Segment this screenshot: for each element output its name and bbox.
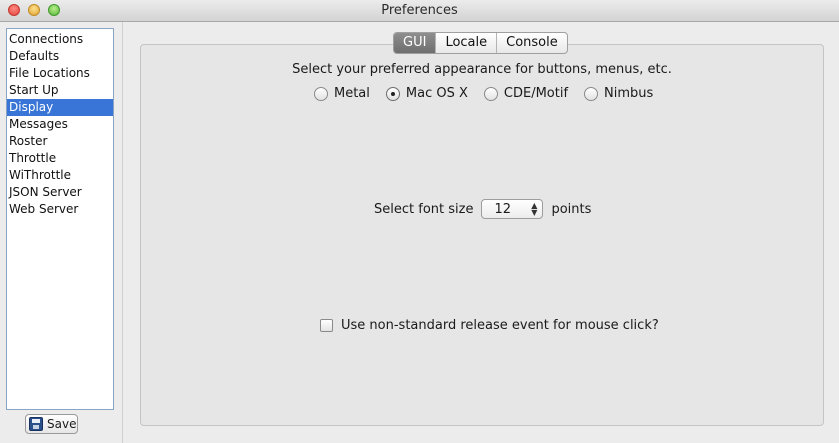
category-list[interactable]: Connections Defaults File Locations Star… — [6, 28, 114, 410]
radio-button[interactable] — [483, 86, 498, 101]
sidebar-item-file-locations[interactable]: File Locations — [7, 65, 113, 82]
sidebar-item-json-server[interactable]: JSON Server — [7, 184, 113, 201]
sidebar-item-throttle[interactable]: Throttle — [7, 150, 113, 167]
radio-label-mac-os-x: Mac OS X — [405, 86, 468, 101]
save-button-label: Save — [47, 417, 77, 431]
radio-metal[interactable]: Metal — [314, 86, 370, 101]
title-bar: Preferences — [0, 0, 839, 22]
font-size-row: Select font size 12 ▲ ▼ points — [374, 199, 591, 219]
preferences-window: Preferences Connections Defaults File Lo… — [0, 0, 839, 443]
sidebar-item-defaults[interactable]: Defaults — [7, 48, 113, 65]
tab-gui[interactable]: GUI — [394, 33, 436, 53]
sidebar-item-messages[interactable]: Messages — [7, 116, 113, 133]
release-event-row[interactable]: Use non-standard release event for mouse… — [320, 318, 659, 333]
sidebar-item-connections[interactable]: Connections — [7, 31, 113, 48]
sidebar-item-roster[interactable]: Roster — [7, 133, 113, 150]
radio-button[interactable] — [584, 86, 599, 101]
up-down-arrows-icon: ▲ ▼ — [531, 201, 538, 217]
appearance-label: Select your preferred appearance for but… — [292, 62, 672, 77]
tab-console[interactable]: Console — [496, 33, 567, 53]
gui-settings-panel — [140, 44, 824, 426]
release-event-checkbox[interactable] — [320, 319, 333, 332]
radio-label-cde-motif: CDE/Motif — [503, 86, 569, 101]
font-size-value: 12 — [494, 201, 511, 217]
tab-locale[interactable]: Locale — [435, 33, 496, 53]
radio-cde-motif[interactable]: CDE/Motif — [483, 86, 569, 101]
save-button[interactable]: Save — [25, 414, 78, 434]
radio-label-nimbus: Nimbus — [604, 86, 654, 101]
appearance-radio-group: Metal Mac OS X CDE/Motif Nimbus — [314, 86, 653, 101]
font-size-unit: points — [551, 201, 592, 217]
font-size-label: Select font size — [374, 201, 474, 217]
floppy-disk-icon — [29, 417, 43, 431]
font-size-select[interactable]: 12 ▲ ▼ — [481, 199, 544, 219]
radio-button-selected[interactable] — [385, 86, 400, 101]
radio-mac-os-x[interactable]: Mac OS X — [385, 86, 468, 101]
release-event-label: Use non-standard release event for mouse… — [341, 318, 659, 333]
sidebar: Connections Defaults File Locations Star… — [0, 22, 123, 443]
tab-bar: GUI Locale Console — [393, 32, 568, 54]
sidebar-item-withrottle[interactable]: WiThrottle — [7, 167, 113, 184]
radio-label-metal: Metal — [334, 86, 370, 101]
sidebar-item-display[interactable]: Display — [7, 99, 113, 116]
radio-button[interactable] — [314, 86, 328, 101]
sidebar-item-web-server[interactable]: Web Server — [7, 201, 113, 218]
sidebar-item-start-up[interactable]: Start Up — [7, 82, 113, 99]
window-title: Preferences — [381, 3, 458, 18]
radio-nimbus[interactable]: Nimbus — [584, 86, 653, 101]
